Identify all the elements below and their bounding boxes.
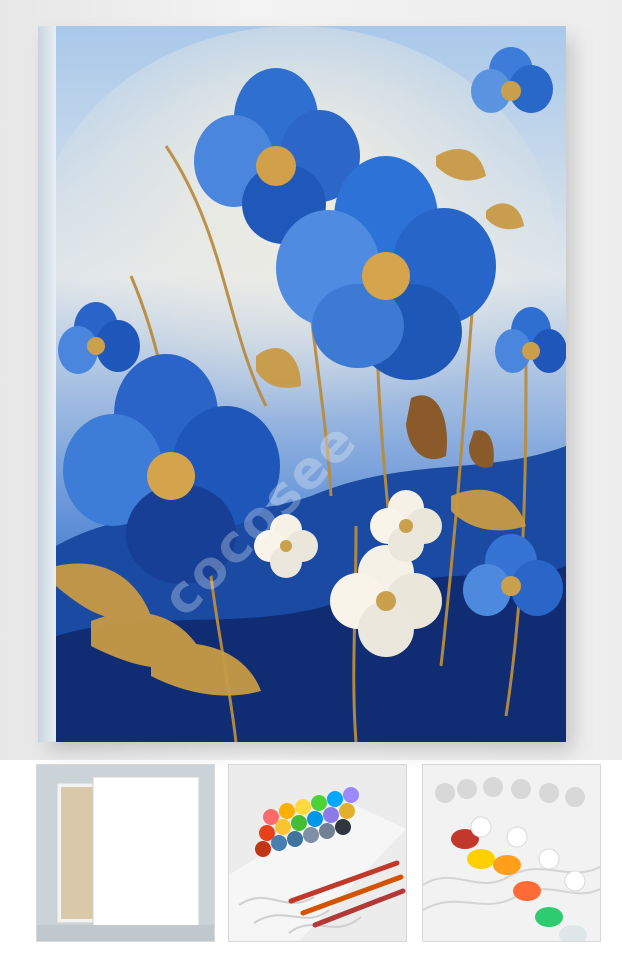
painting-svg (56, 26, 566, 742)
main-painting-image[interactable]: cocosee (56, 26, 566, 742)
canvas-thumbnail-image (37, 765, 214, 941)
paint-kit-thumbnail-image (229, 765, 406, 941)
canvas-thumbnail[interactable] (36, 764, 215, 942)
paint-kit-thumbnail[interactable] (228, 764, 407, 942)
thumbnail-strip (0, 760, 622, 960)
paint-pots-thumbnail[interactable] (422, 764, 601, 942)
canvas-side-edge (38, 25, 56, 743)
paint-pots-thumbnail-image (423, 765, 600, 941)
product-image-area: cocosee (0, 0, 622, 760)
